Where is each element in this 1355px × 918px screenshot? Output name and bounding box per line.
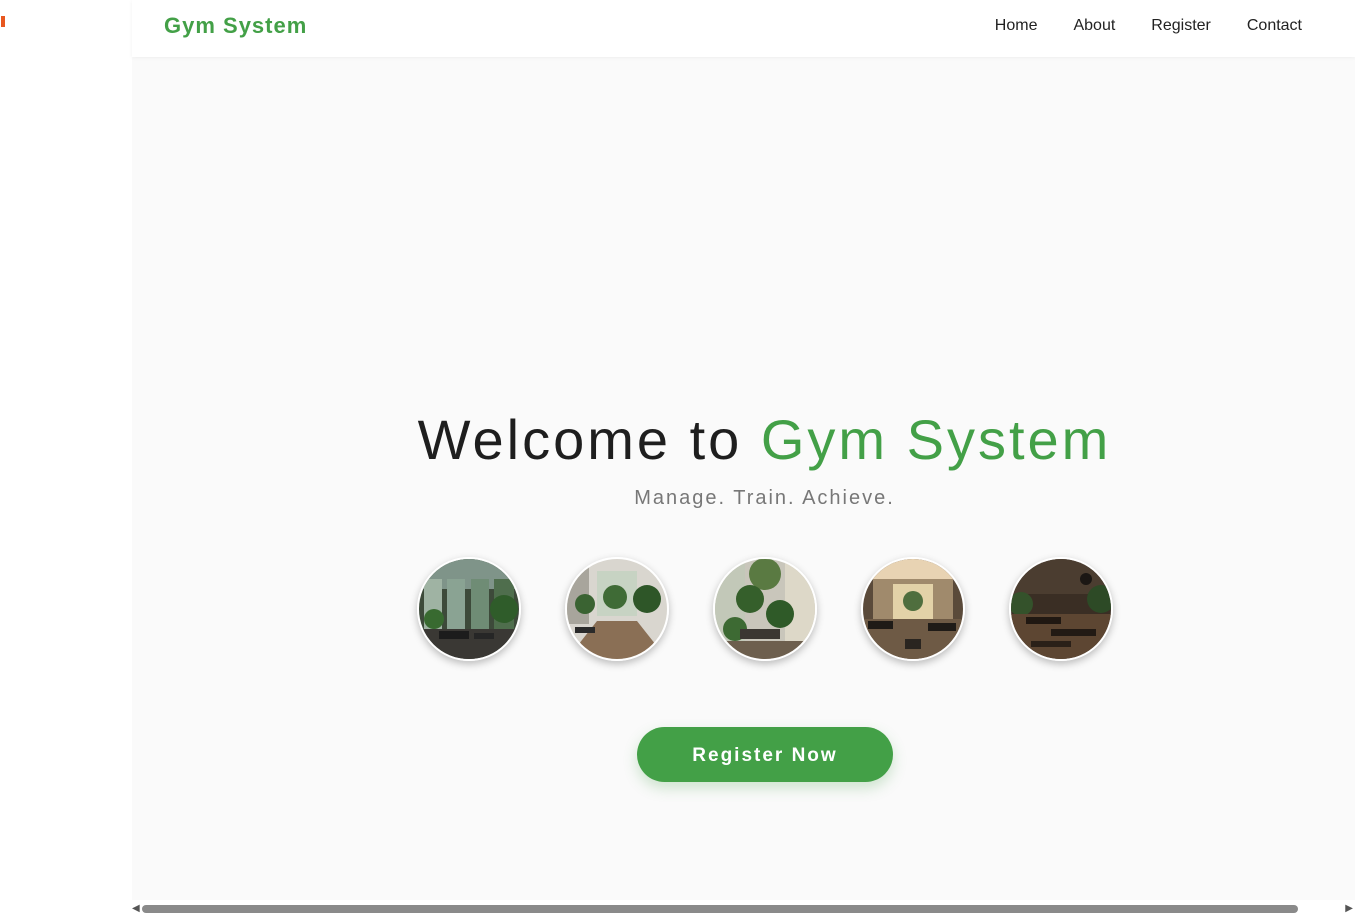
nav-link-contact[interactable]: Contact bbox=[1247, 17, 1302, 35]
page-frame: Gym System Home About Register Contact W… bbox=[132, 0, 1355, 918]
hero-title-accent: Gym System bbox=[760, 408, 1112, 471]
hero-section: Welcome to Gym System Manage. Train. Ach… bbox=[132, 57, 1355, 897]
navbar: Gym System Home About Register Contact bbox=[132, 0, 1355, 57]
gym-gallery bbox=[417, 557, 1113, 661]
hero-subtitle: Manage. Train. Achieve. bbox=[634, 487, 895, 509]
nav-link-about[interactable]: About bbox=[1073, 17, 1115, 35]
corner-marker bbox=[1, 16, 5, 27]
register-now-button[interactable]: Register Now bbox=[637, 727, 893, 782]
gym-photo-4 bbox=[861, 557, 965, 661]
gym-photo-1 bbox=[417, 557, 521, 661]
nav-link-home[interactable]: Home bbox=[995, 17, 1038, 35]
gym-photo-3 bbox=[713, 557, 817, 661]
scroll-left-arrow-icon[interactable]: ◀ bbox=[132, 904, 140, 914]
hero-title-prefix: Welcome to bbox=[417, 408, 761, 471]
hero-title: Welcome to Gym System bbox=[132, 407, 1355, 472]
gym-photo-5 bbox=[1009, 557, 1113, 661]
nav-links: Home About Register Contact bbox=[959, 17, 1302, 35]
horizontal-scrollbar[interactable]: ◀ ▶ bbox=[132, 900, 1355, 918]
scrollbar-thumb[interactable] bbox=[142, 905, 1298, 913]
brand-logo[interactable]: Gym System bbox=[164, 13, 307, 39]
gym-photo-2 bbox=[565, 557, 669, 661]
nav-link-register[interactable]: Register bbox=[1151, 17, 1211, 35]
scroll-right-arrow-icon[interactable]: ▶ bbox=[1345, 904, 1353, 914]
